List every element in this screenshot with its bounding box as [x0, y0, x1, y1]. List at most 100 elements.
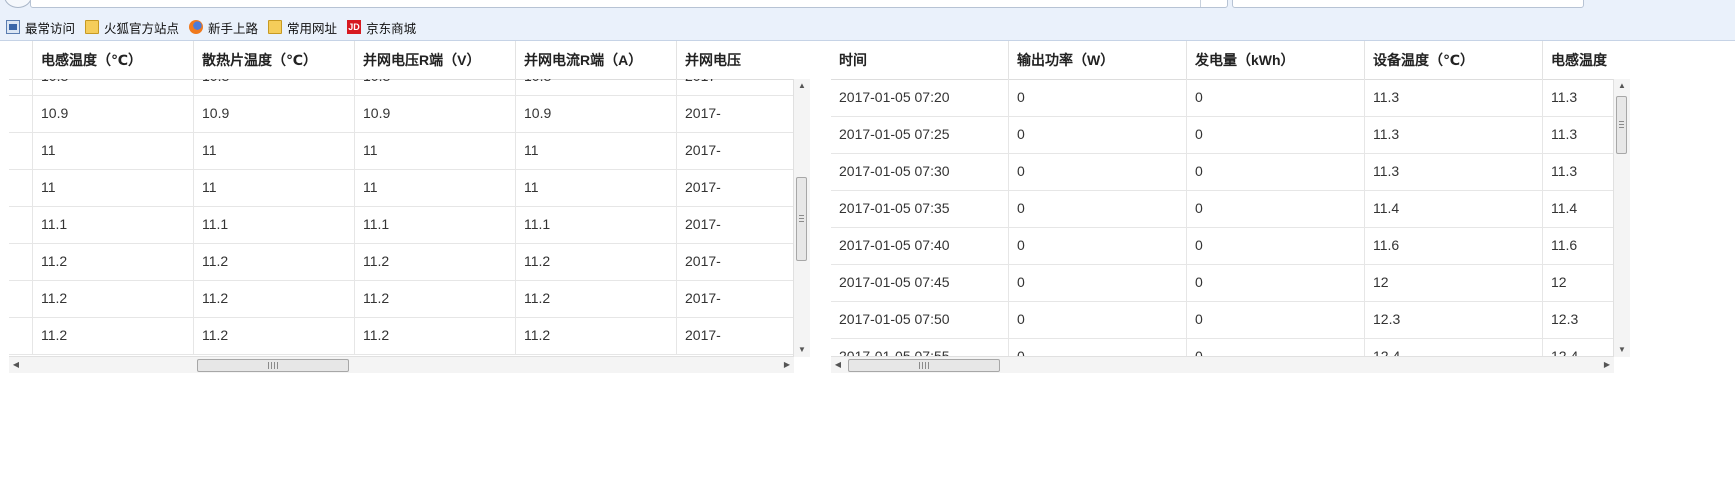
table-cell: 2017-01-05 07:40 — [831, 227, 1009, 264]
column-header[interactable]: 设备温度（℃） — [1365, 41, 1543, 79]
bookmark-most-visited[interactable]: 最常访问 — [6, 18, 75, 37]
table-row[interactable]: 2017-01-05 07:45 0 0 12 12 — [831, 264, 1630, 302]
bookmark-getting-started[interactable]: 新手上路 — [189, 18, 258, 37]
table-cell: 11.2 — [33, 243, 194, 280]
table-row[interactable]: 2017-01-05 07:55 0 0 12.4 12.4 — [831, 338, 1630, 357]
table-row[interactable]: 11 11 11 11 2017- — [9, 132, 810, 170]
column-header[interactable]: 并网电压R端（V） — [355, 41, 516, 79]
table-cell: 11 — [355, 132, 516, 169]
table-cell: 0 — [1187, 338, 1365, 357]
address-dropdown[interactable] — [1200, 0, 1227, 7]
table-row[interactable]: 2017-01-05 07:30 0 0 11.3 11.3 — [831, 153, 1630, 191]
back-button[interactable] — [4, 0, 32, 8]
table-cell: 0 — [1187, 227, 1365, 264]
table-cell: 12.4 — [1365, 338, 1543, 357]
bookmark-common-sites[interactable]: 常用网址 — [268, 18, 337, 37]
scroll-left-arrow-icon[interactable]: ◀ — [9, 357, 23, 373]
horizontal-scrollbar[interactable]: ◀ ▶ — [9, 356, 794, 373]
table-cell: 0 — [1187, 301, 1365, 338]
column-header[interactable]: 并网电流R端（A） — [516, 41, 677, 79]
grid-header: 电感温度（℃） 散热片温度（℃） 并网电压R端（V） 并网电流R端（A） 并网电… — [9, 41, 810, 80]
table-cell: 0 — [1009, 153, 1187, 190]
table-cell: 11.2 — [355, 280, 516, 317]
table-cell: 11 — [516, 169, 677, 206]
table-cell: 10.9 — [516, 95, 677, 132]
table-cell: 11.2 — [355, 317, 516, 354]
row-number-cell — [9, 243, 33, 280]
table-row[interactable]: 10.9 10.9 10.9 10.9 2017- — [9, 95, 810, 133]
bookmark-firefox-site[interactable]: 火狐官方站点 — [85, 18, 179, 37]
table-row[interactable]: 11.2 11.2 11.2 11.2 2017- — [9, 243, 810, 281]
scroll-right-arrow-icon[interactable]: ▶ — [780, 357, 794, 373]
bookmarks-toolbar: 最常访问 火狐官方站点 新手上路 常用网址 JD 京东商城 — [0, 16, 420, 38]
scroll-down-arrow-icon[interactable]: ▼ — [1614, 343, 1630, 357]
row-number-cell — [9, 317, 33, 354]
horizontal-scrollbar[interactable]: ◀ ▶ — [831, 356, 1614, 373]
table-row[interactable]: 11.2 11.2 11.2 11.2 2017- — [9, 280, 810, 318]
table-row[interactable]: 2017-01-05 07:35 0 0 11.4 11.4 — [831, 190, 1630, 228]
bookmark-label: 京东商城 — [366, 21, 417, 36]
table-row[interactable]: 2017-01-05 07:25 0 0 11.3 11.3 — [831, 116, 1630, 154]
grid-body: 10.8 10.8 10.8 10.8 2017- 10.9 10.9 10.9… — [9, 79, 810, 357]
column-header[interactable]: 电感温度（℃ — [1543, 41, 1614, 79]
table-cell: 2017-01-05 07:50 — [831, 301, 1009, 338]
folder-icon — [85, 20, 100, 34]
row-number-cell — [9, 169, 33, 206]
row-number-cell — [9, 79, 33, 95]
page-icon — [6, 20, 20, 34]
address-bar[interactable] — [30, 0, 1228, 8]
table-cell: 11.2 — [516, 243, 677, 280]
row-number-cell — [9, 280, 33, 317]
vertical-scrollbar[interactable]: ▲ ▼ — [793, 79, 810, 357]
grip-icon — [799, 215, 804, 223]
table-cell: 10.9 — [194, 95, 355, 132]
table-cell: 10.8 — [355, 79, 516, 95]
vertical-scroll-thumb[interactable] — [1616, 96, 1627, 154]
table-row[interactable]: 2017-01-05 07:50 0 0 12.3 12.3 — [831, 301, 1630, 339]
browser-chrome: 最常访问 火狐官方站点 新手上路 常用网址 JD 京东商城 — [0, 0, 1735, 41]
firefox-icon — [189, 20, 204, 34]
table-cell: 2017- — [685, 179, 721, 195]
table-cell: 11.3 — [1365, 116, 1543, 153]
left-data-grid: 电感温度（℃） 散热片温度（℃） 并网电压R端（V） 并网电流R端（A） 并网电… — [9, 41, 810, 373]
horizontal-scroll-thumb[interactable] — [848, 359, 1000, 372]
horizontal-scroll-thumb[interactable] — [197, 359, 349, 372]
bookmark-jd[interactable]: JD 京东商城 — [347, 18, 416, 37]
table-cell: 2017-01-05 07:30 — [831, 153, 1009, 190]
table-cell: 2017- — [677, 79, 794, 95]
scroll-up-arrow-icon[interactable]: ▲ — [794, 79, 810, 93]
search-bar[interactable] — [1232, 0, 1584, 8]
table-row[interactable]: 11.2 11.2 11.2 11.2 2017- — [9, 317, 810, 355]
column-header[interactable]: 电感温度（℃） — [33, 41, 194, 79]
table-cell: 0 — [1009, 301, 1187, 338]
scroll-up-arrow-icon[interactable]: ▲ — [1614, 79, 1630, 93]
table-row[interactable]: 10.8 10.8 10.8 10.8 2017- — [9, 79, 810, 96]
scroll-down-arrow-icon[interactable]: ▼ — [794, 343, 810, 357]
table-row[interactable]: 11.1 11.1 11.1 11.1 2017- — [9, 206, 810, 244]
column-header[interactable]: 时间 — [831, 41, 1009, 79]
table-cell: 11.2 — [194, 280, 355, 317]
table-cell: 12 — [1365, 264, 1543, 301]
vertical-scrollbar[interactable]: ▲ ▼ — [1613, 79, 1630, 357]
scroll-left-arrow-icon[interactable]: ◀ — [831, 357, 845, 373]
column-header[interactable]: 散热片温度（℃） — [194, 41, 355, 79]
table-cell: 2017-01-05 07:20 — [831, 79, 1009, 116]
column-header[interactable]: 发电量（kWh） — [1187, 41, 1365, 79]
grip-icon — [268, 362, 278, 369]
table-cell: 11.1 — [516, 206, 677, 243]
table-cell: 0 — [1187, 116, 1365, 153]
right-data-grid: 时间 输出功率（W） 发电量（kWh） 设备温度（℃） 电感温度（℃ 2017-… — [831, 41, 1630, 373]
column-header[interactable]: 并网电压 — [677, 41, 794, 79]
table-cell: 2017-01-05 07:45 — [831, 264, 1009, 301]
column-header[interactable]: 输出功率（W） — [1009, 41, 1187, 79]
table-cell: 0 — [1009, 116, 1187, 153]
table-cell: 11.2 — [194, 243, 355, 280]
table-cell: 10.8 — [194, 79, 355, 95]
vertical-scroll-thumb[interactable] — [796, 177, 807, 261]
table-row[interactable]: 2017-01-05 07:40 0 0 11.6 11.6 — [831, 227, 1630, 265]
scroll-right-arrow-icon[interactable]: ▶ — [1600, 357, 1614, 373]
table-cell: 0 — [1187, 190, 1365, 227]
table-row[interactable]: 2017-01-05 07:20 0 0 11.3 11.3 — [831, 79, 1630, 117]
table-cell: 0 — [1009, 264, 1187, 301]
table-row[interactable]: 11 11 11 11 2017- — [9, 169, 810, 207]
